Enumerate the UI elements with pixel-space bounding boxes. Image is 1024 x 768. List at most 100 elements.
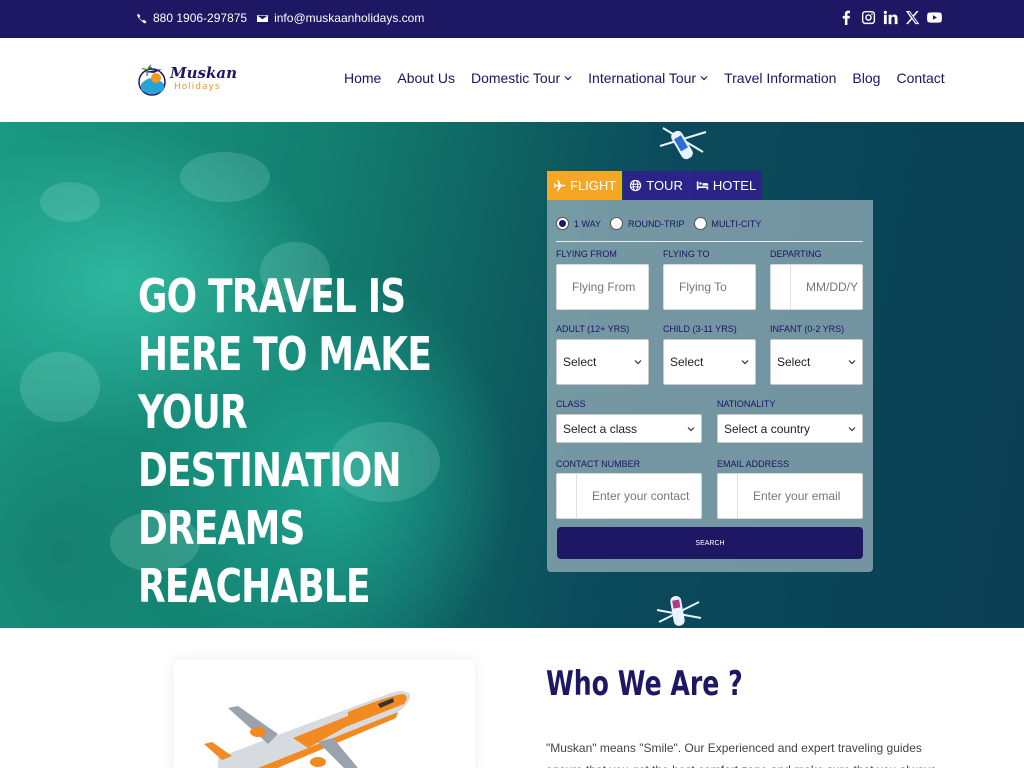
- email-text: info@muskaanholidays.com: [274, 11, 425, 25]
- envelope-icon: [257, 14, 269, 22]
- linkedin-icon[interactable]: [882, 9, 898, 25]
- phone-text: 880 1906-297875: [153, 11, 248, 25]
- nav-travel-information[interactable]: Travel Information: [724, 70, 836, 86]
- adult-select[interactable]: Select: [556, 339, 649, 385]
- nationality-label: NATIONALITY: [717, 399, 776, 409]
- search-button[interactable]: SEARCH: [557, 527, 863, 559]
- trip-label: MULTI-CITY: [711, 218, 762, 229]
- chevron-down-icon: [634, 360, 642, 365]
- boat-image: [656, 595, 702, 626]
- flight-search-form: 1 WAY ROUND-TRIP MULTI-CITY FLYING FROM …: [547, 200, 873, 572]
- email-placeholder: Enter your email: [753, 489, 841, 503]
- trip-type-group: 1 WAY ROUND-TRIP MULTI-CITY: [556, 217, 770, 230]
- social-links: [838, 9, 942, 25]
- contact-info: 880 1906-297875 info@muskaanholidays.com: [136, 11, 434, 25]
- input-addon: [718, 474, 738, 518]
- email-address-label: EMAIL ADDRESS: [717, 459, 790, 469]
- nav-label: Blog: [852, 70, 881, 86]
- main-header: Muskan Holidays Home About Us Domestic T…: [0, 38, 1024, 122]
- nav-label: Home: [344, 70, 382, 86]
- instagram-icon[interactable]: [860, 9, 876, 25]
- contact-number-label: CONTACT NUMBER: [556, 459, 641, 469]
- nationality-select[interactable]: Select a country: [717, 414, 863, 443]
- divider: [556, 241, 863, 242]
- plane-icon: [553, 179, 566, 192]
- tab-flight[interactable]: FLIGHT: [547, 171, 623, 200]
- select-value: Select: [670, 355, 704, 369]
- brand-logo[interactable]: Muskan Holidays: [138, 60, 237, 100]
- infant-label: INFANT (0-2 YRS): [770, 324, 845, 334]
- trip-round-trip[interactable]: ROUND-TRIP: [610, 217, 685, 230]
- flying-from-input[interactable]: Flying From: [556, 264, 649, 310]
- x-icon[interactable]: [904, 9, 920, 25]
- tab-label: TOUR: [646, 178, 683, 193]
- reef-texture: [180, 152, 270, 202]
- globe-icon: [630, 179, 642, 192]
- brand-subname: Holidays: [174, 82, 221, 92]
- reef-texture: [20, 352, 100, 422]
- email-link[interactable]: info@muskaanholidays.com: [257, 11, 424, 25]
- airplane-image: [204, 691, 411, 768]
- departing-placeholder: MM/DD/Y: [806, 280, 858, 294]
- chevron-down-icon: [687, 426, 695, 431]
- departing-date-input[interactable]: MM/DD/Y: [770, 264, 863, 310]
- logo-emblem-icon: [138, 64, 166, 96]
- nav-domestic-tour[interactable]: Domestic Tour: [471, 70, 572, 86]
- about-text: "Muskan" means "Smile". Our Experienced …: [546, 741, 936, 768]
- nav-label: Domestic Tour: [470, 70, 561, 86]
- facebook-icon[interactable]: [838, 9, 854, 25]
- brand-name: Muskan: [170, 64, 237, 82]
- booking-tabs: FLIGHT TOUR HOTEL: [547, 171, 763, 200]
- nav-blog[interactable]: Blog: [852, 70, 880, 86]
- class-select[interactable]: Select a class: [556, 414, 702, 443]
- email-address-input[interactable]: Enter your email: [717, 473, 863, 519]
- tab-hotel[interactable]: HOTEL: [689, 171, 763, 200]
- top-bar: 880 1906-297875 info@muskaanholidays.com: [0, 0, 1024, 38]
- contact-placeholder: Enter your contact: [592, 489, 690, 503]
- nav-label: Travel Information: [724, 70, 837, 86]
- trip-one-way[interactable]: 1 WAY: [556, 217, 601, 230]
- flying-to-input[interactable]: Flying To: [663, 264, 756, 310]
- reef-texture: [40, 182, 100, 222]
- select-value: Select: [777, 355, 811, 369]
- nav-about-us[interactable]: About Us: [397, 70, 455, 86]
- radio-button[interactable]: [556, 217, 569, 230]
- phone-icon: [137, 13, 147, 23]
- section-title: Who We Are ?: [546, 664, 743, 704]
- input-addon: [557, 474, 577, 518]
- youtube-icon[interactable]: [926, 9, 942, 25]
- infant-select[interactable]: Select: [770, 339, 863, 385]
- contact-number-input[interactable]: Enter your contact: [556, 473, 702, 519]
- phone-link[interactable]: 880 1906-297875: [136, 11, 247, 25]
- input-addon: [771, 265, 791, 309]
- class-label: CLASS: [556, 399, 586, 409]
- chevron-down-icon: [564, 76, 572, 81]
- child-select[interactable]: Select: [663, 339, 756, 385]
- trip-label: 1 WAY: [574, 218, 602, 229]
- child-label: CHILD (3-11 YRS): [663, 324, 737, 334]
- about-image-card: [174, 660, 475, 768]
- select-value: Select: [563, 355, 597, 369]
- trip-label: ROUND-TRIP: [628, 218, 685, 229]
- boat-image: [659, 127, 707, 160]
- tab-label: HOTEL: [712, 178, 757, 193]
- trip-multi-city[interactable]: MULTI-CITY: [693, 217, 762, 230]
- nav-contact[interactable]: Contact: [896, 70, 944, 86]
- flying-from-label: FLYING FROM: [556, 249, 617, 259]
- chevron-down-icon: [741, 360, 749, 365]
- tab-label: FLIGHT: [570, 178, 617, 193]
- main-nav: Home About Us Domestic Tour Internationa…: [344, 70, 945, 86]
- select-value: Select a class: [563, 421, 638, 436]
- hero-banner: GO TRAVEL IS HERE TO MAKE YOUR DESTINATI…: [0, 122, 1024, 628]
- nav-international-tour[interactable]: International Tour: [588, 70, 708, 86]
- nav-label: About Us: [397, 70, 455, 86]
- nav-home[interactable]: Home: [344, 70, 381, 86]
- adult-label: ADULT (12+ YRS): [556, 324, 630, 334]
- radio-button[interactable]: [610, 217, 624, 230]
- radio-button[interactable]: [693, 217, 707, 230]
- flying-to-label: FLYING TO: [663, 249, 710, 259]
- chevron-down-icon: [700, 76, 708, 81]
- nav-label: Contact: [896, 70, 945, 86]
- tab-tour[interactable]: TOUR: [623, 171, 689, 200]
- nav-label: International Tour: [588, 70, 697, 86]
